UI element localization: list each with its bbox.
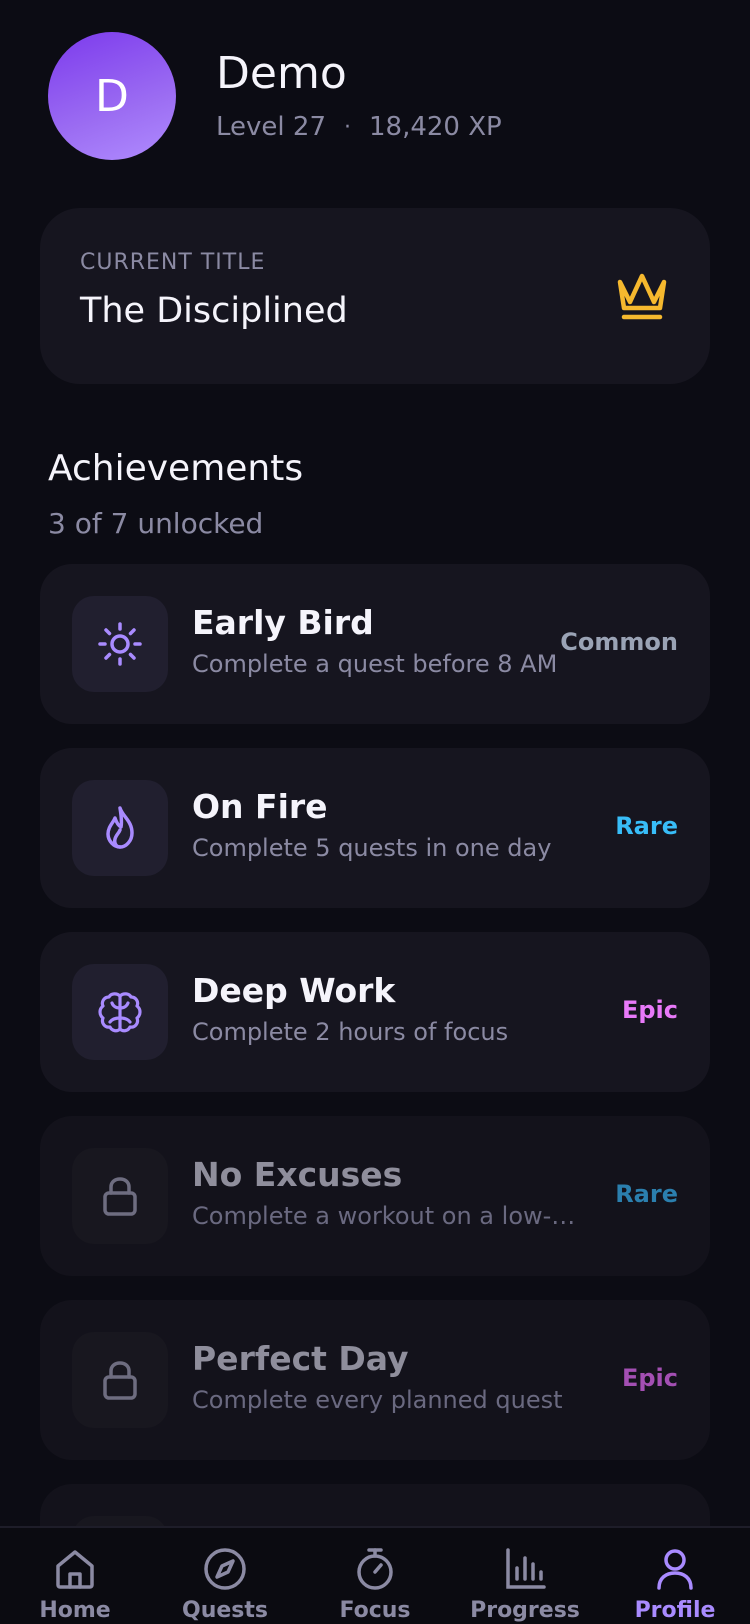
achievement-description: Complete 2 hours of focus	[192, 1017, 509, 1046]
achievement-description: Complete a quest before 8 AM	[192, 649, 558, 678]
nav-label: Quests	[182, 1598, 268, 1623]
nav-quests[interactable]: Quests	[150, 1528, 300, 1624]
achievement-name: On Fire	[192, 787, 328, 826]
rarity-badge: Epic	[621, 1364, 678, 1392]
user-meta: Level 27 · 18,420 XP	[216, 112, 502, 142]
achievement-card-locked[interactable]: No Excuses Complete a workout on a low-m…	[40, 1116, 710, 1276]
nav-home[interactable]: Home	[0, 1528, 150, 1624]
bar-chart-icon	[506, 1548, 546, 1589]
achievement-text: No Excuses Complete a workout on a low-m…	[192, 1156, 592, 1230]
achievement-name: No Excuses	[192, 1155, 403, 1194]
achievement-text: On Fire Complete 5 quests in one day	[192, 788, 592, 862]
bottom-nav: Home Quests Focus Progress Profile	[0, 1526, 750, 1624]
current-title-card[interactable]: CURRENT TITLE The Disciplined	[40, 208, 710, 384]
achievement-card[interactable]: Early Bird Complete a quest before 8 AM …	[40, 564, 710, 724]
meta-separator: ·	[343, 114, 351, 140]
achievement-description: Complete 5 quests in one day	[192, 833, 552, 862]
rarity-badge: Epic	[621, 996, 678, 1024]
achievement-description: Complete every planned quest	[192, 1385, 563, 1414]
sun-icon	[98, 622, 142, 666]
crown-icon	[617, 273, 667, 320]
achievement-description: Complete a workout on a low-mo…	[192, 1201, 592, 1230]
achievement-icon-box	[72, 964, 168, 1060]
achievement-name: Early Bird	[192, 603, 374, 642]
achievement-card[interactable]: On Fire Complete 5 quests in one day Rar…	[40, 748, 710, 908]
timer-icon	[357, 1548, 393, 1590]
home-icon	[56, 1550, 94, 1589]
achievement-icon-box	[72, 1148, 168, 1244]
lock-icon	[103, 1177, 137, 1216]
user-icon	[657, 1549, 693, 1590]
user-name: Demo	[216, 47, 347, 99]
compass-icon	[204, 1548, 246, 1590]
user-level: Level 27	[216, 112, 326, 143]
achievement-text: Deep Work Complete 2 hours of focus	[192, 972, 592, 1046]
user-xp: 18,420 XP	[368, 112, 502, 143]
profile-header: D Demo Level 27 · 18,420 XP	[48, 32, 502, 160]
nav-profile[interactable]: Profile	[600, 1528, 750, 1624]
avatar[interactable]: D	[48, 32, 176, 160]
rarity-badge: Rare	[615, 1180, 678, 1208]
rarity-badge: Common	[560, 628, 678, 656]
nav-progress[interactable]: Progress	[450, 1528, 600, 1624]
flame-icon	[106, 806, 134, 849]
achievement-icon-box	[72, 1332, 168, 1428]
achievement-name: Perfect Day	[192, 1339, 409, 1378]
nav-label: Progress	[470, 1598, 580, 1623]
nav-label: Profile	[634, 1598, 716, 1623]
nav-focus[interactable]: Focus	[300, 1528, 450, 1624]
achievement-text: Early Bird Complete a quest before 8 AM	[192, 604, 592, 678]
achievement-name: Deep Work	[192, 971, 396, 1010]
achievement-icon-box	[72, 596, 168, 692]
user-info: Demo Level 27 · 18,420 XP	[216, 47, 502, 142]
achievements-title: Achievements	[48, 448, 304, 489]
profile-screen: D Demo Level 27 · 18,420 XP CURRENT TITL…	[0, 0, 750, 1624]
nav-label: Focus	[339, 1598, 411, 1623]
achievement-text: Perfect Day Complete every planned quest	[192, 1340, 592, 1414]
current-title-label: CURRENT TITLE	[80, 250, 266, 275]
achievements-header: Achievements 3 of 7 unlocked	[48, 448, 303, 540]
rarity-badge: Rare	[615, 812, 678, 840]
brain-icon	[98, 992, 142, 1033]
lock-icon	[103, 1361, 137, 1400]
achievement-icon-box	[72, 780, 168, 876]
achievement-card-locked[interactable]: Perfect Day Complete every planned quest…	[40, 1300, 710, 1460]
nav-label: Home	[39, 1598, 111, 1623]
achievement-card[interactable]: Deep Work Complete 2 hours of focus Epic	[40, 932, 710, 1092]
achievements-summary: 3 of 7 unlocked	[48, 507, 264, 540]
current-title-value: The Disciplined	[80, 291, 348, 331]
